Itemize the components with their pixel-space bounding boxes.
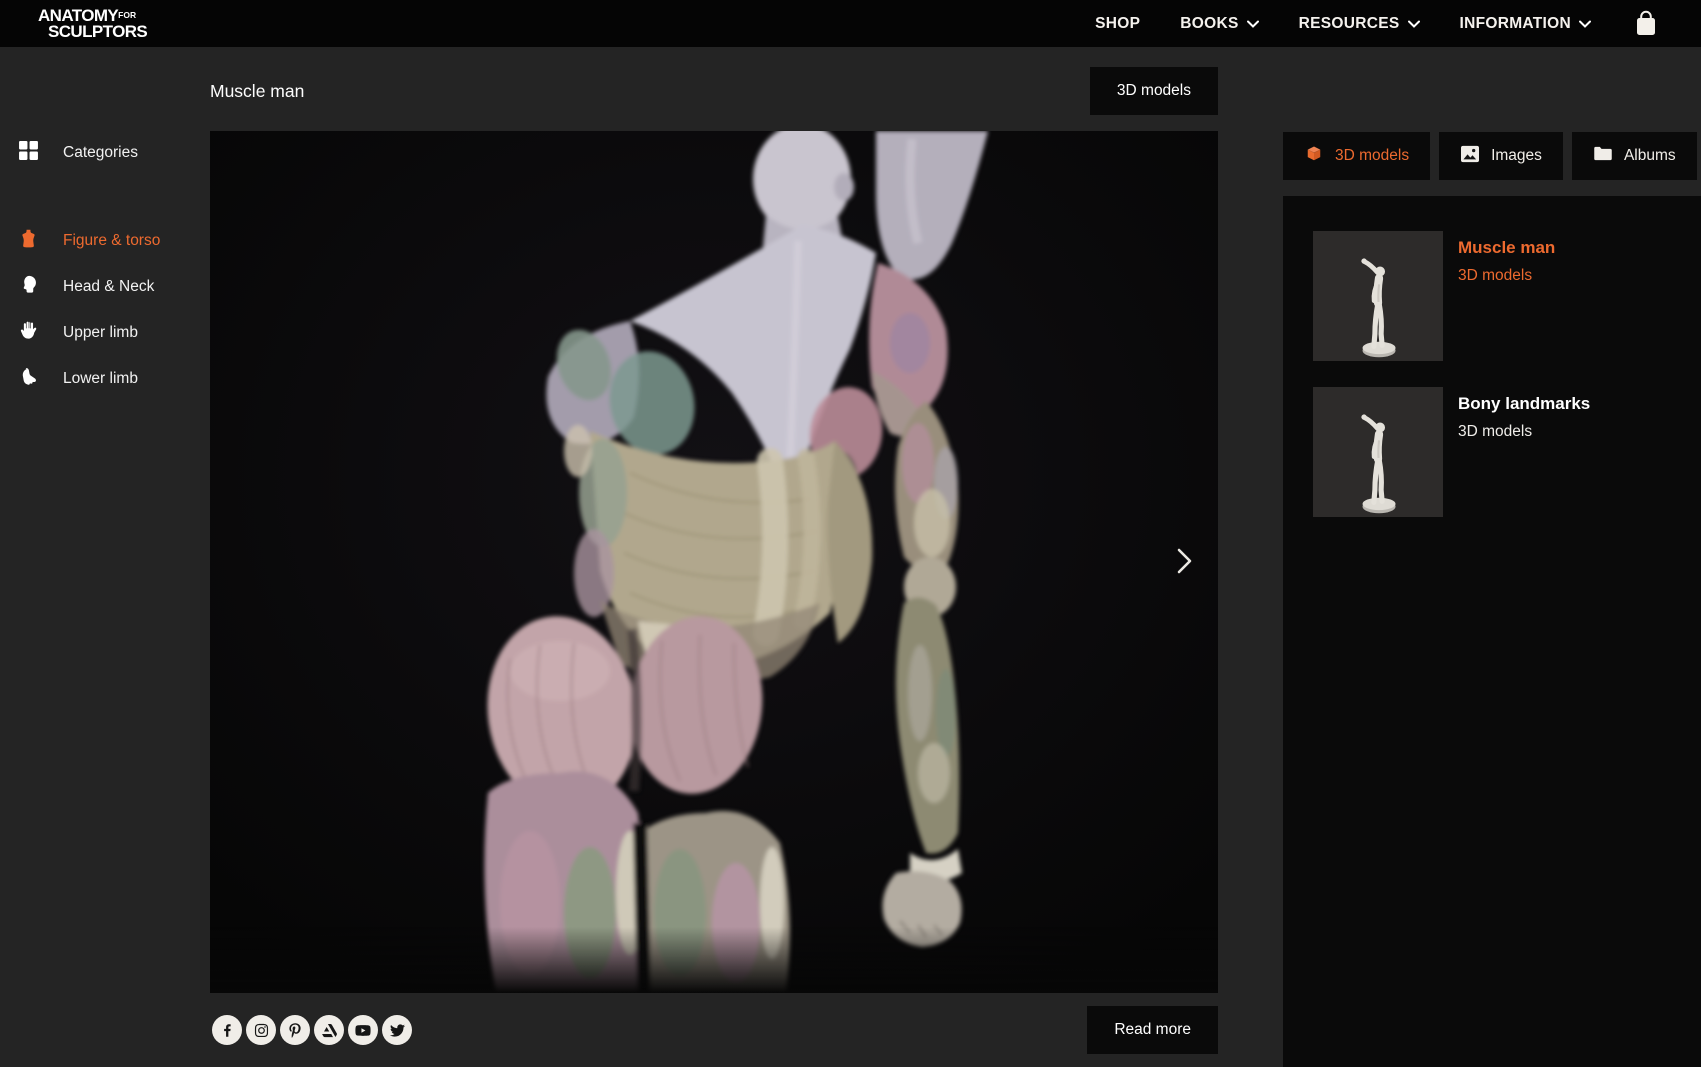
tab-images[interactable]: Images	[1439, 132, 1563, 180]
chevron-down-icon	[1247, 15, 1259, 33]
nav-resources[interactable]: RESOURCES	[1299, 15, 1420, 33]
logo-line2: SCULPTORS	[38, 24, 147, 40]
main-content: Muscle man 3D models	[210, 47, 1218, 1067]
nav-information[interactable]: INFORMATION	[1460, 15, 1592, 33]
tab-3d-models[interactable]: 3D models	[1283, 132, 1430, 180]
tab-albums[interactable]: Albums	[1572, 132, 1697, 180]
sidebar-item-lower-limb[interactable]: Lower limb	[0, 361, 210, 397]
result-title: Bony landmarks	[1458, 394, 1590, 414]
artstation-icon[interactable]	[314, 1015, 344, 1045]
result-thumbnail	[1313, 387, 1443, 517]
next-image-button[interactable]	[1170, 546, 1200, 580]
nav-information-label: INFORMATION	[1460, 15, 1572, 33]
chevron-right-icon	[1177, 547, 1193, 580]
chevron-down-icon	[1408, 15, 1420, 33]
category-list: Figure & torso Head & Neck Upper limb Lo…	[0, 223, 210, 397]
main-nav: SHOP BOOKS RESOURCES INFORMATION	[1095, 15, 1591, 33]
nav-books[interactable]: BOOKS	[1180, 15, 1258, 33]
sidebar-item-label: Figure & torso	[63, 232, 160, 250]
folder-icon	[1593, 145, 1613, 167]
grid-icon	[18, 140, 39, 166]
page-title: Muscle man	[210, 81, 304, 102]
sidebar-item-label: Upper limb	[63, 324, 138, 342]
top-bar: ANATOMYFOR SCULPTORS SHOP BOOKS RESOURCE…	[0, 0, 1701, 47]
pinterest-icon[interactable]	[280, 1015, 310, 1045]
page-body: Categories Figure & torso Head & Neck Up…	[0, 47, 1701, 1067]
read-more-button[interactable]: Read more	[1087, 1006, 1218, 1054]
result-subtitle: 3D models	[1458, 267, 1555, 285]
model-viewer[interactable]	[210, 131, 1218, 993]
tab-label: Albums	[1624, 147, 1676, 165]
sidebar-item-figure-torso[interactable]: Figure & torso	[0, 223, 210, 259]
sidebar-item-label: Head & Neck	[63, 278, 154, 296]
social-links	[212, 1015, 412, 1045]
result-subtitle: 3D models	[1458, 423, 1590, 441]
result-item-muscle-man[interactable]: Muscle man 3D models	[1313, 231, 1681, 361]
instagram-icon[interactable]	[246, 1015, 276, 1045]
nav-shop[interactable]: SHOP	[1095, 15, 1140, 33]
image-icon	[1460, 145, 1480, 168]
category-badge[interactable]: 3D models	[1090, 67, 1218, 115]
result-title: Muscle man	[1458, 238, 1555, 258]
nav-resources-label: RESOURCES	[1299, 15, 1400, 33]
muscle-man-3d-render	[210, 131, 1218, 993]
facebook-icon[interactable]	[212, 1015, 242, 1045]
nav-shop-label: SHOP	[1095, 15, 1140, 33]
statue-thumbnail-image	[1347, 247, 1409, 361]
result-item-bony-landmarks[interactable]: Bony landmarks 3D models	[1313, 387, 1681, 517]
twitter-icon[interactable]	[382, 1015, 412, 1045]
site-logo[interactable]: ANATOMYFOR SCULPTORS	[38, 8, 147, 39]
foot-icon	[18, 366, 39, 392]
results-panel: Muscle man 3D models Bony landmarks 3D m…	[1283, 196, 1701, 1067]
tab-label: 3D models	[1335, 147, 1409, 165]
tab-label: Images	[1491, 147, 1542, 165]
statue-thumbnail-image	[1347, 403, 1409, 517]
nav-books-label: BOOKS	[1180, 15, 1238, 33]
categories-header[interactable]: Categories	[0, 131, 210, 175]
media-tabs: 3D models Images Albums	[1283, 132, 1701, 180]
categories-title: Categories	[63, 144, 138, 162]
sidebar-item-head-neck[interactable]: Head & Neck	[0, 269, 210, 305]
head-icon	[18, 274, 39, 300]
categories-sidebar: Categories Figure & torso Head & Neck Up…	[0, 47, 210, 1067]
sidebar-item-label: Lower limb	[63, 370, 138, 388]
hand-icon	[18, 320, 39, 346]
shopping-bag-icon[interactable]	[1633, 10, 1659, 38]
result-thumbnail	[1313, 231, 1443, 361]
torso-icon	[18, 228, 39, 254]
chevron-down-icon	[1579, 15, 1591, 33]
logo-line1-small: FOR	[118, 10, 136, 20]
sidebar-item-upper-limb[interactable]: Upper limb	[0, 315, 210, 351]
cube-icon	[1304, 144, 1324, 169]
youtube-icon[interactable]	[348, 1015, 378, 1045]
related-panel: 3D models Images Albums	[1218, 47, 1701, 1067]
